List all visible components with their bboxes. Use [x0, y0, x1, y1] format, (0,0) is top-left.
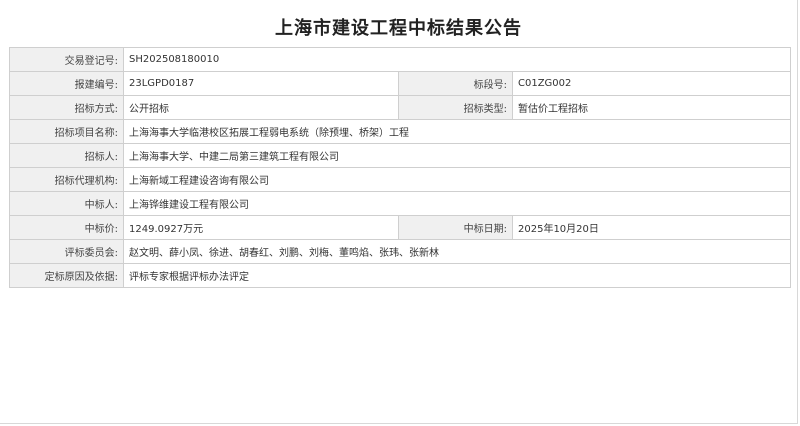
announcement-page: 上海市建设工程中标结果公告 交易登记号: SH202508180010 报建编号…: [0, 0, 798, 424]
tenderer-value: 上海海事大学、中建二局第三建筑工程有限公司: [122, 143, 792, 168]
bid-type-label: 招标类型:: [398, 95, 513, 120]
report-no-label: 报建编号:: [9, 71, 124, 96]
table-row: 定标原因及依据: 评标专家根据评标办法评定: [9, 263, 792, 288]
page-title: 上海市建设工程中标结果公告: [275, 18, 522, 39]
bid-method-label: 招标方式:: [9, 95, 124, 120]
bid-result-table: 交易登记号: SH202508180010 报建编号: 23LGPD0187 标…: [9, 47, 792, 288]
date-value: 2025年10月20日: [511, 215, 792, 240]
table-row: 交易登记号: SH202508180010: [9, 47, 792, 72]
tenderer-label: 招标人:: [9, 143, 124, 168]
bid-type-value: 暂估价工程招标: [511, 95, 792, 120]
project-name-label: 招标项目名称:: [9, 119, 124, 144]
table-row: 招标代理机构: 上海新域工程建设咨询有限公司: [9, 167, 792, 192]
winner-label: 中标人:: [9, 191, 124, 216]
table-row: 报建编号: 23LGPD0187 标段号: C01ZG002: [9, 71, 792, 96]
section-no-value: C01ZG002: [511, 71, 792, 96]
project-name-value: 上海海事大学临港校区拓展工程弱电系统（除预埋、桥架）工程: [122, 119, 792, 144]
winner-value: 上海铧维建设工程有限公司: [122, 191, 792, 216]
agency-value: 上海新域工程建设咨询有限公司: [122, 167, 792, 192]
section-no-label: 标段号:: [398, 71, 513, 96]
report-no-value: 23LGPD0187: [123, 71, 399, 96]
trade-reg-no-label: 交易登记号:: [9, 47, 124, 72]
price-value: 1249.0927万元: [123, 215, 399, 240]
reason-label: 定标原因及依据:: [9, 263, 124, 288]
reason-value: 评标专家根据评标办法评定: [122, 263, 792, 288]
bid-method-value: 公开招标: [123, 95, 399, 120]
price-label: 中标价:: [9, 215, 124, 240]
committee-label: 评标委员会:: [9, 239, 124, 264]
table-row: 评标委员会: 赵文明、薛小凤、徐进、胡春红、刘鹏、刘梅、董鸣焰、张玮、张新林: [9, 239, 792, 264]
table-row: 中标价: 1249.0927万元 中标日期: 2025年10月20日: [9, 215, 792, 240]
table-row: 招标项目名称: 上海海事大学临港校区拓展工程弱电系统（除预埋、桥架）工程: [9, 119, 792, 144]
table-row: 招标方式: 公开招标 招标类型: 暂估价工程招标: [9, 95, 792, 120]
agency-label: 招标代理机构:: [9, 167, 124, 192]
committee-value: 赵文明、薛小凤、徐进、胡春红、刘鹏、刘梅、董鸣焰、张玮、张新林: [122, 239, 792, 264]
date-label: 中标日期:: [398, 215, 513, 240]
trade-reg-no-value: SH202508180010: [122, 47, 792, 72]
table-row: 招标人: 上海海事大学、中建二局第三建筑工程有限公司: [9, 143, 792, 168]
table-row: 中标人: 上海铧维建设工程有限公司: [9, 191, 792, 216]
